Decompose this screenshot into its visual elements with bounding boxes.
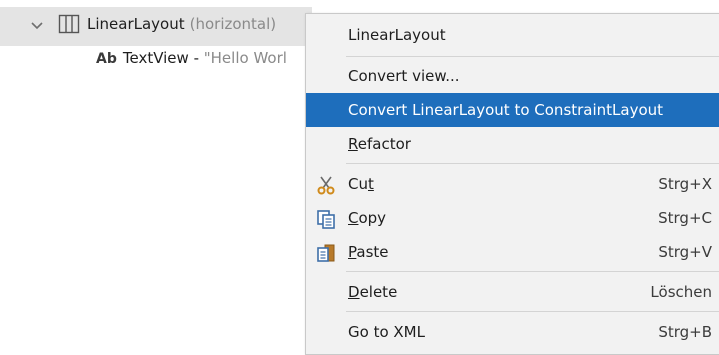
menu-item-label: Cut [348, 175, 374, 193]
tree-node-name: LinearLayout [87, 15, 185, 33]
menu-item-label: Paste [348, 243, 389, 261]
menu-item-linearlayout[interactable]: LinearLayout › [306, 18, 719, 52]
menu-item-label: Convert view... [348, 67, 460, 85]
linear-layout-icon [58, 14, 80, 34]
menu-item-shortcut: Löschen [650, 283, 712, 301]
menu-item-label: Convert LinearLayout to ConstraintLayout [348, 101, 664, 119]
menu-separator [346, 311, 719, 312]
menu-item-label: LinearLayout [348, 26, 446, 44]
menu-item-shortcut: Strg+B [658, 323, 712, 341]
tree-node-kind: (horizontal) [189, 15, 277, 33]
paste-icon [317, 244, 335, 262]
menu-separator [346, 271, 719, 272]
tree-node-name: TextView [122, 49, 189, 67]
menu-separator [346, 163, 719, 164]
menu-item-paste[interactable]: Paste Strg+V [306, 235, 719, 269]
scissors-icon [317, 176, 335, 195]
tree-node-separator: - [188, 49, 204, 67]
context-menu: LinearLayout › Convert view... Convert L… [305, 13, 719, 355]
menu-item-convert-to-constraintlayout[interactable]: Convert LinearLayout to ConstraintLayout [306, 93, 719, 127]
copy-icon [317, 210, 335, 229]
menu-item-label: Refactor [348, 135, 411, 153]
menu-item-label: Delete [348, 283, 398, 301]
menu-item-shortcut: Strg+C [658, 209, 712, 227]
menu-item-label: Go to XML [348, 323, 425, 341]
tree-node-text: "Hello Worl [203, 49, 287, 67]
menu-separator [346, 56, 719, 57]
menu-item-label: Copy [348, 209, 387, 227]
menu-item-refactor[interactable]: Refactor › [306, 127, 719, 161]
chevron-down-icon[interactable] [29, 17, 45, 33]
menu-item-convert-view[interactable]: Convert view... [306, 59, 719, 93]
menu-item-shortcut: Strg+X [658, 175, 712, 193]
menu-item-cut[interactable]: Cut Strg+X [306, 167, 719, 201]
menu-item-shortcut: Strg+V [658, 243, 712, 261]
tree-label-linearlayout: LinearLayout (horizontal) [87, 14, 276, 34]
tree-row-textview[interactable]: Ab TextView - "Hello Worl [96, 47, 287, 69]
textview-icon: Ab [96, 51, 117, 67]
menu-item-copy[interactable]: Copy Strg+C [306, 201, 719, 235]
menu-item-go-to-xml[interactable]: Go to XML Strg+B [306, 315, 719, 349]
menu-item-delete[interactable]: Delete Löschen [306, 275, 719, 309]
